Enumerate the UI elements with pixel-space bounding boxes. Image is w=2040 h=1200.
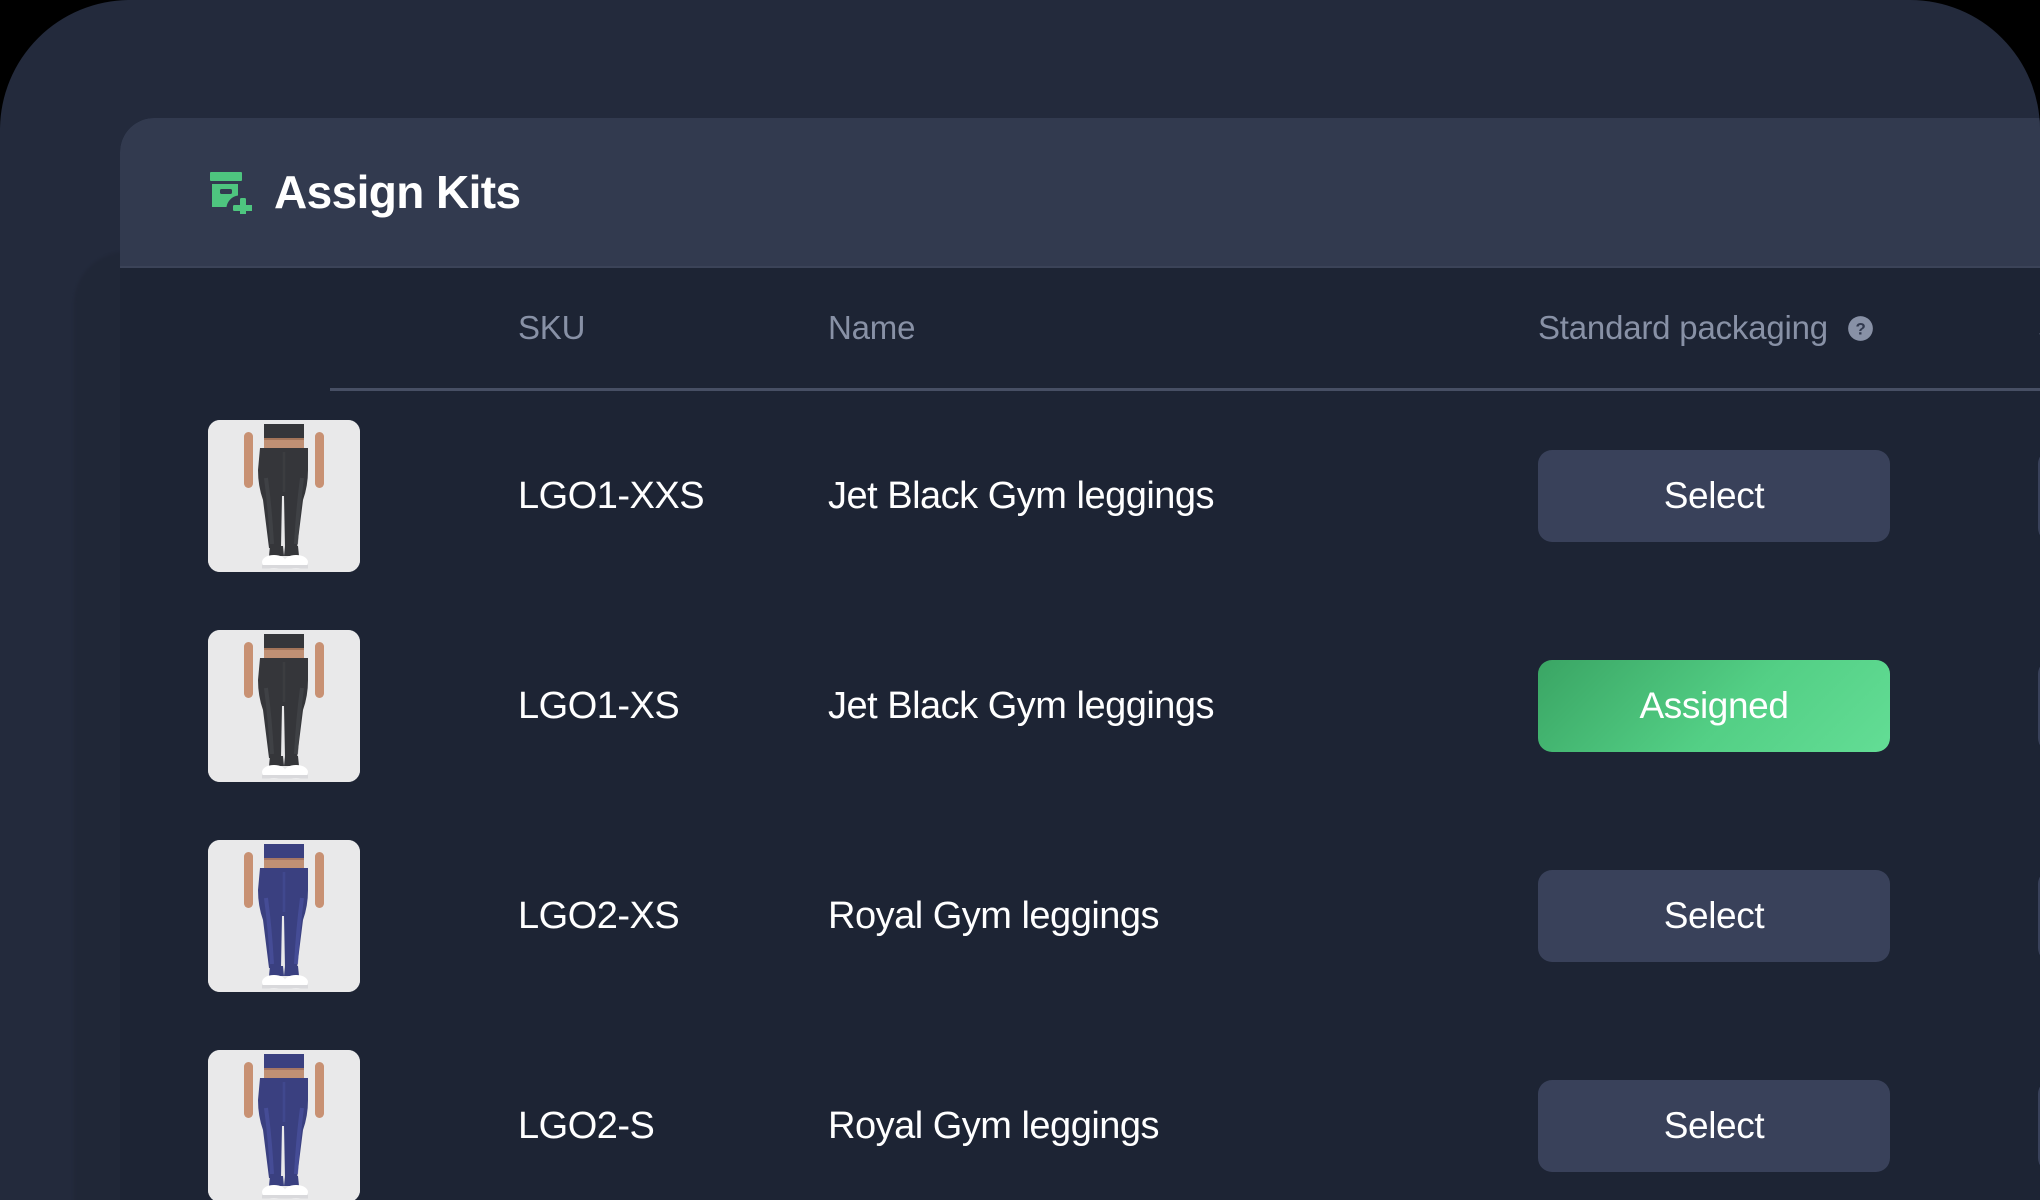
product-photo <box>208 840 360 992</box>
product-thumbnail[interactable] <box>208 840 360 992</box>
standard-packaging-cell: Select <box>1538 450 2038 542</box>
standard-packaging-cell: Select <box>1538 870 2038 962</box>
product-thumbnail-cell <box>208 840 518 992</box>
column-header-sku[interactable]: SKU <box>518 309 828 347</box>
panel-header: Assign Kits <box>120 118 2040 268</box>
product-photo <box>208 1050 360 1200</box>
svg-text:?: ? <box>1855 319 1865 338</box>
table-row[interactable]: LGO2-XS Royal Gym leggings Select <box>120 811 2040 1021</box>
product-thumbnail[interactable] <box>208 630 360 782</box>
page-title: Assign Kits <box>274 166 521 218</box>
product-name: Jet Black Gym leggings <box>828 474 1215 517</box>
product-thumbnail[interactable] <box>208 420 360 572</box>
app-root: Assign Kits SKU Name Standard packaging … <box>0 0 2040 1200</box>
kit-box-add-icon <box>210 172 252 214</box>
product-name: Jet Black Gym leggings <box>828 684 1215 727</box>
product-name-cell: Jet Black Gym leggings <box>828 475 1538 518</box>
table-body: LGO1-XXS Jet Black Gym leggings Select L… <box>120 391 2040 1200</box>
product-sku: LGO1-XS <box>518 684 680 727</box>
table-row[interactable]: LGO1-XS Jet Black Gym leggings Assigned <box>120 601 2040 811</box>
product-name: Royal Gym leggings <box>828 894 1160 937</box>
standard-packaging-button[interactable]: Select <box>1538 450 1890 542</box>
product-name-cell: Royal Gym leggings <box>828 1105 1538 1148</box>
standard-packaging-cell: Assigned <box>1538 660 2038 752</box>
table-row[interactable]: LGO2-S Royal Gym leggings Select <box>120 1021 2040 1200</box>
table-header-row: SKU Name Standard packaging ? Sta <box>120 268 2040 388</box>
product-thumbnail[interactable] <box>208 1050 360 1200</box>
standard-packaging-button[interactable]: Assigned <box>1538 660 1890 752</box>
column-header-name[interactable]: Name <box>828 309 1538 347</box>
assign-kits-panel: Assign Kits SKU Name Standard packaging … <box>120 118 2040 1200</box>
product-photo <box>208 630 360 782</box>
product-sku: LGO2-XS <box>518 894 680 937</box>
product-sku-cell: LGO2-XS <box>518 895 828 938</box>
product-name: Royal Gym leggings <box>828 1104 1160 1147</box>
column-header-standard-packaging[interactable]: Standard packaging ? <box>1538 309 2038 347</box>
product-sku: LGO2-S <box>518 1104 655 1147</box>
standard-packaging-button[interactable]: Select <box>1538 870 1890 962</box>
product-photo <box>208 420 360 572</box>
product-name-cell: Jet Black Gym leggings <box>828 685 1538 728</box>
product-thumbnail-cell <box>208 630 518 782</box>
product-sku-cell: LGO1-XS <box>518 685 828 728</box>
product-name-cell: Royal Gym leggings <box>828 895 1538 938</box>
column-header-standard-packaging-label: Standard packaging <box>1538 309 1828 346</box>
product-sku-cell: LGO2-S <box>518 1105 828 1148</box>
help-circle-icon[interactable]: ? <box>1847 315 1874 342</box>
standard-packaging-button[interactable]: Select <box>1538 1080 1890 1172</box>
product-thumbnail-cell <box>208 1050 518 1200</box>
product-sku-cell: LGO1-XXS <box>518 475 828 518</box>
standard-packaging-cell: Select <box>1538 1080 2038 1172</box>
table-row[interactable]: LGO1-XXS Jet Black Gym leggings Select <box>120 391 2040 601</box>
product-thumbnail-cell <box>208 420 518 572</box>
product-sku: LGO1-XXS <box>518 474 705 517</box>
products-table: SKU Name Standard packaging ? Sta <box>120 268 2040 1200</box>
